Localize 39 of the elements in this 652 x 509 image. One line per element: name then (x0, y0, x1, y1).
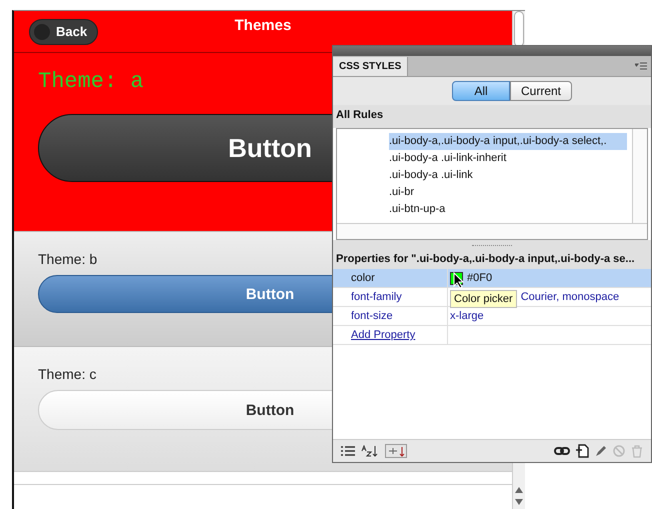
rule-item[interactable]: .ui-btn-up-a (389, 201, 627, 218)
new-document-icon[interactable] (576, 444, 589, 458)
mode-button[interactable]: All (452, 81, 510, 101)
list-icon[interactable] (341, 446, 355, 456)
property-value[interactable]: x-large (450, 310, 484, 322)
scroll-up-icon[interactable] (515, 487, 523, 493)
add-property-link[interactable]: Add Property (333, 326, 448, 344)
circle-icon (34, 24, 50, 40)
horizontal-scrollbar[interactable] (337, 223, 647, 239)
tooltip: Color picker (450, 290, 517, 308)
splitter-handle[interactable] (472, 244, 512, 246)
page-title: Themes (234, 17, 292, 34)
cursor-icon (453, 272, 465, 289)
section-heading: All Rules (333, 105, 651, 128)
theme-label: Theme: c (38, 366, 96, 382)
property-name[interactable]: font-size (333, 307, 448, 325)
theme-label: Theme: b (38, 251, 98, 267)
sort-set-icon[interactable] (385, 444, 407, 458)
rule-item[interactable]: .ui-body-a,.ui-body-a input,.ui-body-a select,. (389, 133, 627, 150)
property-value[interactable]: Courier, monospace (520, 291, 620, 303)
scroll-down-icon[interactable] (515, 499, 523, 505)
sort-icon[interactable] (361, 445, 379, 457)
section-heading: Properties for ".ui-body-a,.ui-body-a input,.ui-body-a se... (333, 250, 651, 269)
property-name[interactable]: color (333, 269, 448, 287)
panel-tab[interactable]: CSS STYLES (333, 57, 408, 76)
property-name[interactable]: font-family (333, 288, 448, 306)
vertical-scrollbar[interactable] (632, 129, 647, 223)
panel-menu-icon[interactable] (635, 62, 647, 70)
property-row[interactable]: font-family Color picker Courier, monospace (333, 288, 651, 307)
property-row[interactable]: color #0F0 (333, 269, 651, 288)
scroll-thumb[interactable] (514, 11, 524, 47)
link-icon[interactable] (554, 446, 570, 456)
property-value[interactable]: #0F0 (467, 272, 492, 284)
theme-label: Theme: a (38, 69, 144, 94)
mode-button[interactable]: Current (510, 81, 572, 101)
back-button[interactable]: Back (29, 18, 98, 44)
pencil-icon[interactable] (595, 445, 607, 457)
rule-item[interactable]: .ui-br (389, 184, 627, 201)
property-row[interactable]: font-size x-large (333, 307, 651, 326)
